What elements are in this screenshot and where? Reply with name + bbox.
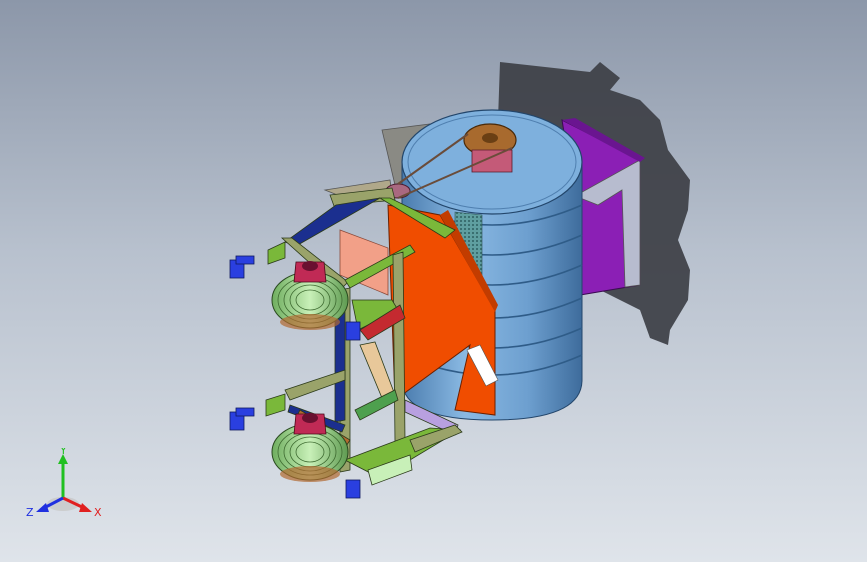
upper-wheel xyxy=(271,261,349,330)
large-pulley-hub xyxy=(482,133,498,143)
y-axis-label: Y xyxy=(59,448,67,457)
x-axis-label: X xyxy=(94,506,102,519)
y-axis-arrow xyxy=(58,454,68,498)
graphics-viewport[interactable]: Y X Z xyxy=(0,0,867,562)
axis-triad: Y X Z xyxy=(26,448,102,519)
z-axis-label: Z xyxy=(26,506,34,519)
assembly-model[interactable] xyxy=(0,0,867,562)
pulley-bracket xyxy=(471,149,513,173)
